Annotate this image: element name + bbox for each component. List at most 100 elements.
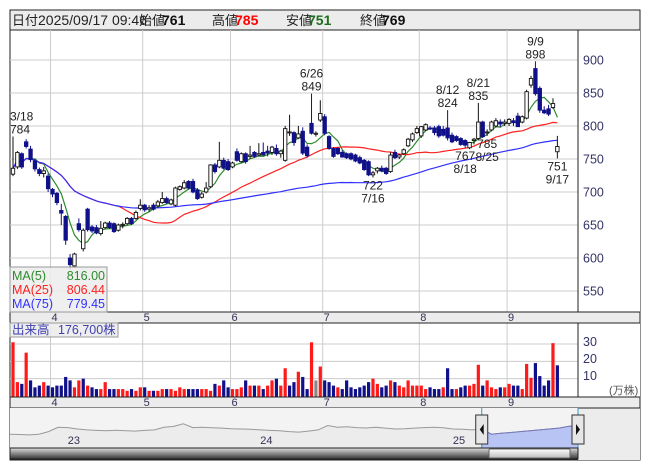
annotation-value: 824	[438, 96, 458, 110]
ma5-value: 816.00	[67, 269, 105, 283]
candle-body	[199, 193, 204, 198]
volume-bar	[182, 389, 186, 397]
candle	[322, 114, 327, 136]
candle-body	[269, 146, 275, 153]
candle-body	[103, 222, 108, 229]
price-tick-label: 550	[583, 285, 604, 299]
annotation-value: 722	[363, 178, 383, 192]
candle	[63, 215, 68, 245]
candle-body	[484, 131, 490, 134]
candle-body	[309, 122, 314, 134]
volume-bar	[555, 365, 559, 397]
candle	[111, 222, 117, 233]
annotation-date: 9/9	[527, 34, 544, 48]
price-tick-label: 600	[583, 252, 604, 266]
candle-body	[436, 126, 441, 137]
candle-body	[449, 134, 455, 143]
candle-body	[471, 138, 477, 141]
candle	[243, 152, 248, 164]
candle-body	[405, 138, 411, 147]
candle	[537, 86, 542, 113]
volume-bar	[160, 389, 164, 397]
volume-bar	[59, 385, 63, 397]
volume-bar	[151, 390, 156, 397]
volume-bar	[432, 389, 437, 397]
scrollbar-thumb[interactable]	[488, 448, 571, 459]
candle	[458, 137, 463, 146]
month-label: 7	[324, 397, 330, 409]
candle-body	[502, 121, 507, 124]
candle-body	[230, 162, 235, 168]
candle-body	[15, 151, 20, 168]
volume-bar	[42, 382, 46, 397]
volume-bar	[318, 366, 322, 397]
candle-body	[432, 127, 437, 134]
volume-bar	[305, 389, 309, 397]
volume-bar	[37, 385, 41, 397]
candle-body	[304, 146, 310, 157]
volume-bar	[244, 380, 248, 397]
volume-bar	[388, 380, 393, 397]
volume-bar	[511, 385, 516, 397]
volume-bar	[301, 376, 305, 397]
month-label: 9	[508, 397, 514, 409]
candle	[335, 147, 341, 156]
candle	[15, 151, 20, 169]
candle-body	[107, 222, 112, 229]
close-value: 769	[382, 12, 406, 28]
navigator-right-panel	[578, 408, 640, 460]
volume-bar	[270, 380, 274, 397]
volume-tick-30: 30	[583, 335, 597, 349]
candle-body	[81, 229, 86, 250]
candle	[168, 198, 174, 206]
navigator-scrollbar[interactable]	[9, 447, 579, 460]
ma-legend: MA(5) 816.00 MA(25) 806.44 MA(75) 779.45	[9, 266, 108, 313]
candle-body	[239, 153, 244, 163]
volume-bar	[520, 389, 524, 397]
volume-bar	[112, 389, 116, 397]
volume-bar	[15, 382, 19, 397]
volume-bar	[24, 352, 28, 397]
candle-body	[384, 167, 389, 174]
candle-body	[265, 150, 270, 154]
volume-bar	[173, 390, 178, 397]
candle-body	[190, 180, 196, 193]
price-tick-label: 850	[583, 87, 604, 101]
volume-bar	[287, 385, 292, 397]
candle-body	[212, 164, 218, 172]
candle-body	[278, 150, 283, 155]
volume-bar	[230, 389, 235, 397]
high-value: 785	[235, 12, 259, 28]
volume-bar	[551, 343, 555, 397]
volume-bar	[11, 342, 15, 397]
candle-body	[366, 161, 371, 176]
volume-bar	[397, 385, 401, 397]
volume-bar	[257, 385, 261, 397]
volume-bar	[446, 368, 450, 397]
candle-body	[322, 116, 327, 134]
candle-body	[419, 126, 424, 137]
navigator-year-label: 24	[260, 435, 272, 447]
candle-body	[63, 215, 68, 241]
candle-body	[173, 187, 178, 206]
volume-bar	[371, 378, 375, 397]
candle-body	[318, 113, 323, 121]
volume-bar	[235, 389, 239, 397]
range-navigator[interactable]: 23 24 25	[9, 408, 585, 448]
volume-bar	[217, 385, 221, 397]
candle-body	[221, 159, 226, 169]
candle	[436, 124, 441, 138]
candle-body	[441, 128, 446, 136]
candle	[239, 152, 244, 163]
candle-body	[362, 159, 367, 171]
candle-body	[160, 198, 165, 204]
volume-bar	[375, 383, 379, 397]
candle-body	[515, 115, 521, 128]
candle-body	[493, 120, 499, 127]
month-label: 7	[324, 312, 330, 324]
volume-bar	[353, 389, 358, 397]
volume-legend: 出来高 176,700株	[9, 322, 119, 338]
candle	[129, 217, 134, 225]
volume-bar	[261, 389, 265, 397]
open-value: 761	[162, 12, 186, 28]
